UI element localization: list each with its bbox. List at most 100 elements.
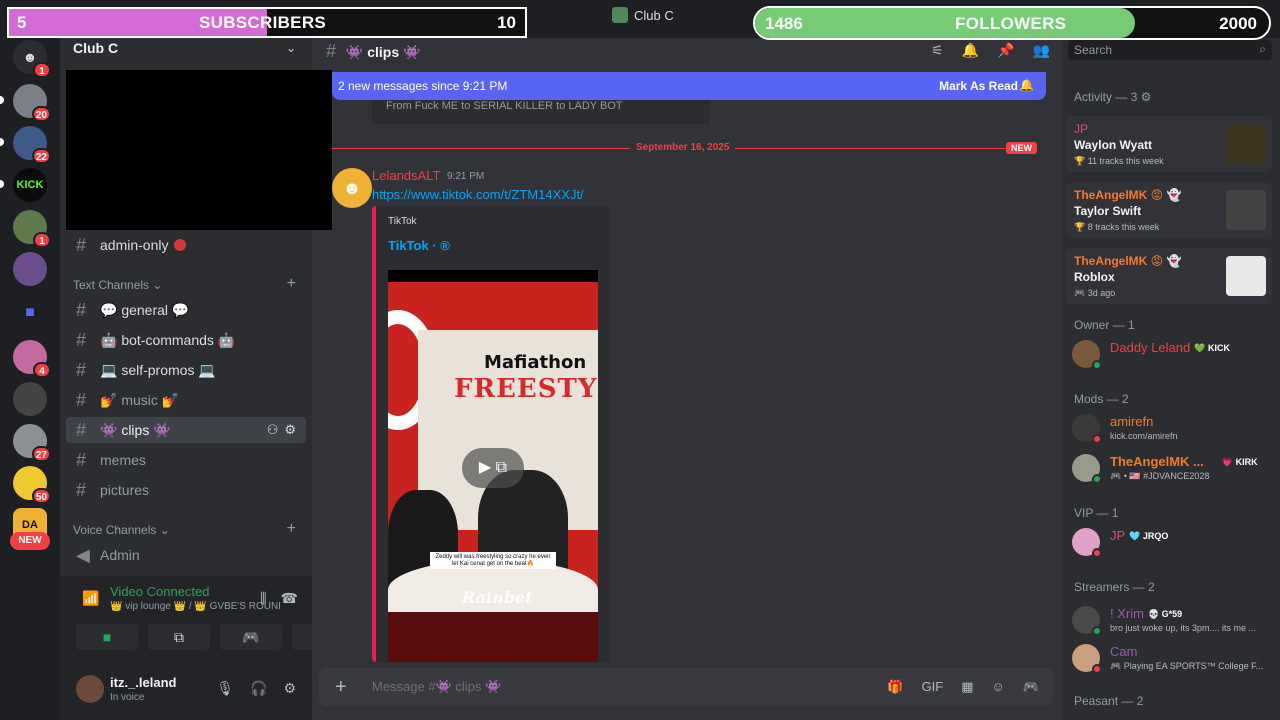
member-jp[interactable]: JP 🩵 JRQO	[1072, 526, 1272, 562]
activity-title: Waylon Wyatt	[1074, 138, 1153, 152]
gear-icon[interactable]: ⚙	[283, 680, 296, 697]
channel-name: pictures	[100, 482, 150, 498]
threads-icon[interactable]: ⚟	[931, 42, 944, 59]
window-title-text: Club C	[634, 7, 674, 23]
mark-as-read-button[interactable]: Mark As Read	[939, 79, 1018, 93]
message-link[interactable]: https://www.tiktok.com/t/ZTM14XXJt/	[372, 187, 584, 202]
previous-embed-fragment: From Fuck ME to SERIAL KILLER to LADY BO…	[372, 100, 710, 124]
add-voice-channel-icon[interactable]: +	[287, 520, 296, 538]
plus-icon[interactable]: +	[335, 676, 347, 699]
message-author[interactable]: LelandsALT	[372, 168, 440, 183]
video-logo-text: Mafiathon	[484, 352, 587, 373]
video-caption: Zeddy will was freestyling so crazy he e…	[430, 552, 556, 569]
gift-icon[interactable]: 🎁	[887, 679, 903, 695]
new-tag: NEW	[1006, 142, 1037, 154]
server-icon-1[interactable]: 20	[13, 84, 51, 122]
video-thumbnail[interactable]: Mafiathon FREESTYLE ▶ ⧉ Zeddy will was f…	[388, 270, 598, 662]
disconnect-icon[interactable]: ☎	[281, 590, 298, 607]
video-brand: Rainbet	[462, 588, 533, 607]
member-xrim[interactable]: ! Xrim 💀 G*59 bro just woke up, its 3pm..…	[1072, 604, 1272, 640]
avatar[interactable]	[76, 675, 104, 703]
member-theangelmk[interactable]: TheAngelMK ... 💗 KIRK 🎮 • 🇺🇸 #JDVANCE2028	[1072, 452, 1272, 488]
voice-location[interactable]: 👑 vip lounge 👑 / 👑 GVBE'S ROUND T...	[110, 601, 280, 612]
bell-icon[interactable]: 🔔	[962, 42, 979, 59]
search-placeholder: Search	[1074, 43, 1113, 57]
channel-pictures[interactable]: # pictures	[66, 477, 306, 503]
member-status: kick.com/amirefn	[1110, 431, 1178, 441]
channel-music[interactable]: # 💅 music 💅	[66, 387, 306, 413]
play-icon[interactable]: ▶ ⧉	[462, 448, 524, 488]
activity-title: Taylor Swift	[1074, 204, 1142, 218]
voice-channel-admin[interactable]: ◀ Admin	[66, 542, 306, 568]
channel-bot-commands[interactable]: # 🤖 bot-commands 🤖	[66, 327, 306, 353]
server-folder[interactable]: ■	[13, 296, 47, 330]
activity-card[interactable]: TheAngelMK 😡 👻 Roblox 🎮 3d ago	[1066, 248, 1272, 304]
activity-title: Roblox	[1074, 270, 1115, 284]
video-top-band	[388, 270, 598, 282]
username[interactable]: itz._.leland	[110, 675, 176, 690]
channel-self-promos[interactable]: # 💻 self-promos 💻	[66, 357, 306, 383]
message-timestamp: 9:21 PM	[447, 171, 485, 182]
new-messages-bar[interactable]: 2 new messages since 9:21 PM Mark As Rea…	[332, 72, 1046, 100]
noise-suppression-icon[interactable]: ⫼	[260, 590, 266, 607]
embed-title[interactable]: TikTok · ®	[388, 238, 450, 253]
signal-icon[interactable]: 📶	[82, 590, 99, 607]
gear-icon[interactable]: ⚙	[284, 422, 296, 438]
invite-icon[interactable]: ⚇	[267, 422, 279, 438]
subscribers-label: SUBSCRIBERS	[199, 13, 327, 32]
hash-icon: #	[76, 234, 87, 255]
member-daddy-leland[interactable]: Daddy Leland 💚 KICK	[1072, 338, 1272, 374]
emoji-icon[interactable]: ☺	[992, 679, 1005, 695]
channel-general[interactable]: # 💬 general 💬	[66, 297, 306, 323]
gif-icon[interactable]: GIF	[922, 679, 944, 695]
screen-share-button[interactable]: ⧉	[148, 624, 210, 650]
member-name: ! Xrim	[1110, 606, 1144, 621]
server-icon-8[interactable]	[13, 382, 47, 416]
channel-admin-only[interactable]: # admin-only	[66, 232, 306, 258]
server-icon-7[interactable]: 4	[13, 340, 51, 378]
activity-button[interactable]: 🎮	[220, 624, 282, 650]
server-icon-10[interactable]: 50	[13, 466, 51, 504]
microphone-icon[interactable]: 🎙	[216, 680, 234, 697]
server-icon-kick[interactable]: KICK	[13, 168, 47, 202]
server-icon-2[interactable]: 22	[13, 126, 51, 164]
camera-button[interactable]: ■	[76, 624, 138, 650]
subscribers-current: 5	[17, 13, 27, 32]
server-icon-9[interactable]: 27	[13, 424, 51, 462]
channel-clips[interactable]: # 👾 clips 👾 ⚇ ⚙	[66, 417, 306, 443]
status-dot	[1092, 434, 1102, 444]
member-name: Daddy Leland	[1110, 340, 1191, 355]
member-cam[interactable]: Cam 🎮 Playing EA SPORTS™ College F...	[1072, 642, 1272, 678]
channel-name: Admin	[100, 547, 140, 563]
headphones-icon[interactable]: 🎧	[250, 680, 267, 697]
new-unreads-badge[interactable]: NEW	[10, 532, 50, 550]
avatar[interactable]: ☻	[332, 168, 372, 208]
channel-memes[interactable]: # memes	[66, 447, 306, 473]
apps-icon[interactable]: 🎮	[1023, 679, 1039, 695]
category-voice-channels[interactable]: Voice Channels ⌄	[73, 523, 170, 537]
server-icon-4[interactable]: 1	[13, 210, 51, 248]
search-input[interactable]: Search ⌕	[1068, 40, 1272, 60]
server-icon-5[interactable]	[13, 252, 47, 286]
activity-card[interactable]: TheAngelMK 😡 👻 Taylor Swift 🏆 8 tracks t…	[1066, 182, 1272, 238]
server-header[interactable]: Club C ⌄	[60, 38, 312, 62]
members-icon[interactable]: 👥	[1033, 42, 1050, 59]
message-composer[interactable]: + Message #👾 clips 👾 🎁 GIF ▦ ☺ 🎮	[319, 668, 1053, 706]
category-text-channels[interactable]: Text Channels ⌄	[73, 278, 162, 292]
channel-title: 👾 clips 👾	[345, 44, 421, 60]
sticker-icon[interactable]: ▦	[961, 679, 973, 695]
folder-icon: ■	[25, 304, 35, 321]
message-input[interactable]: Message #👾 clips 👾	[372, 679, 501, 695]
add-text-channel-icon[interactable]: +	[287, 275, 296, 293]
server-name: Club C	[73, 40, 119, 56]
red-circle-icon	[174, 239, 187, 251]
server-badge: 27	[31, 446, 51, 462]
activity-card[interactable]: JP Waylon Wyatt 🏆 11 tracks this week	[1066, 116, 1272, 172]
pin-icon[interactable]: 📌	[997, 42, 1014, 59]
speaker-icon: ◀	[76, 544, 90, 565]
home-badge: 1	[33, 62, 51, 78]
followers-goal-bar: 1486 FOLLOWERS 2000	[753, 6, 1271, 40]
roblox-icon	[1226, 256, 1266, 296]
home-button[interactable]: ☻ 1	[13, 40, 51, 78]
member-amirefn[interactable]: amirefn kick.com/amirefn	[1072, 412, 1272, 448]
